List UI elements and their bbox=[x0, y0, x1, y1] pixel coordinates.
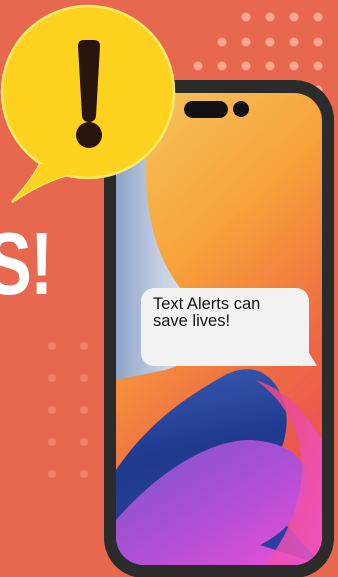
text-message-bubble: Text Alerts can save lives! bbox=[141, 288, 309, 366]
dot-grid-left bbox=[48, 342, 88, 478]
headline-fragment: S! bbox=[0, 214, 53, 313]
text-message-body: Text Alerts can save lives! bbox=[153, 295, 261, 330]
